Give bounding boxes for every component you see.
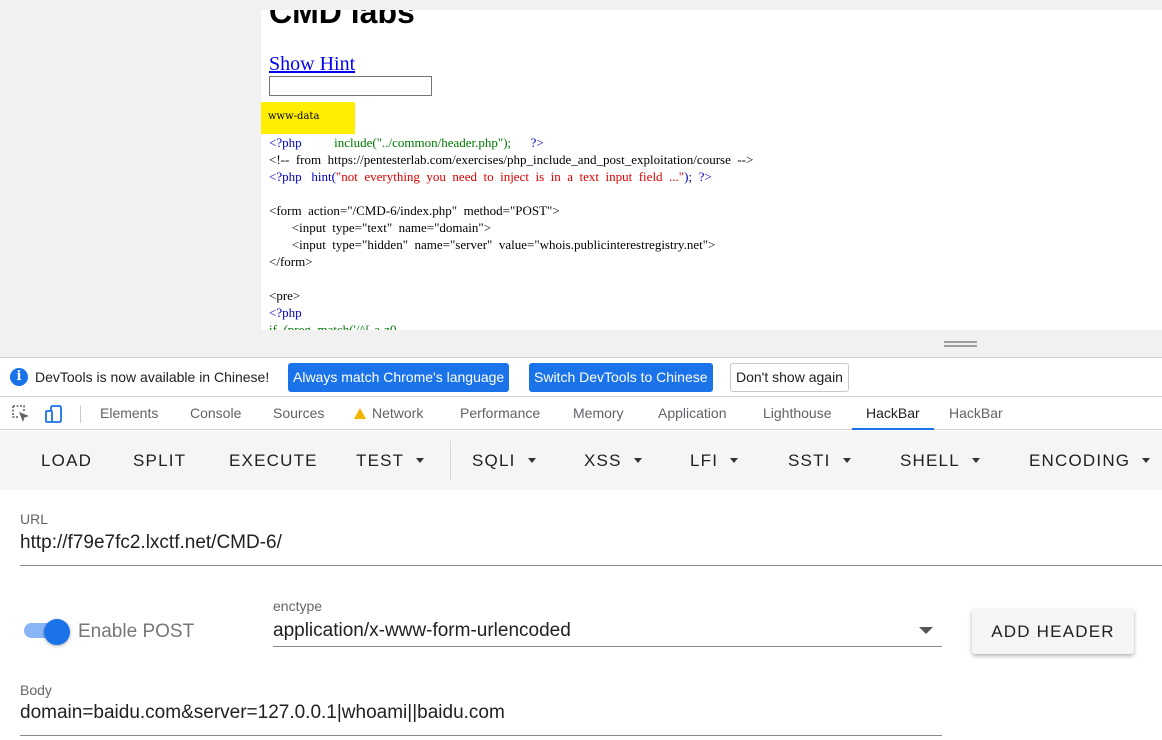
xss-menu-button[interactable]: XSS — [584, 431, 642, 490]
body-label: Body — [20, 682, 52, 698]
caret-down-icon — [730, 458, 739, 463]
code-line: <input type="hidden" name="server" value… — [269, 236, 753, 253]
tab-hackbar-active[interactable]: HackBar — [852, 397, 934, 430]
code-segment: <?php — [269, 305, 302, 320]
code-segment: if (preg_match('/^[-a-z0- — [269, 322, 401, 330]
enctype-underline — [273, 646, 942, 647]
infobar-message: DevTools is now available in Chinese! — [35, 369, 270, 385]
domain-input[interactable] — [269, 76, 432, 96]
code-line: <pre> — [269, 287, 753, 304]
inspect-element-icon[interactable] — [11, 404, 31, 424]
tab-console[interactable]: Console — [190, 397, 241, 430]
split-button[interactable]: SPLIT — [133, 431, 186, 490]
always-match-language-button[interactable]: Always match Chrome's language — [288, 363, 510, 392]
dont-show-again-button[interactable]: Don't show again — [730, 363, 849, 392]
code-segment: <input type="text" name="domain"> — [269, 220, 492, 235]
devtools-tab-bar: Elements Console Sources Network Perform… — [0, 397, 1162, 430]
code-line: <input type="text" name="domain"> — [269, 219, 753, 236]
xss-menu-label: XSS — [584, 451, 622, 470]
test-menu-button[interactable]: TEST — [356, 431, 425, 490]
enctype-label: enctype — [273, 598, 323, 614]
add-header-button[interactable]: ADD HEADER — [972, 609, 1134, 654]
devtools-resize-strip[interactable] — [0, 330, 1162, 357]
url-field[interactable]: http://f79e7fc2.lxctf.net/CMD-6/ — [20, 532, 282, 554]
body-field-underline — [20, 735, 942, 736]
code-segment: ?> — [511, 135, 544, 150]
code-line: if (preg_match('/^[-a-z0- — [269, 321, 753, 330]
shell-menu-button[interactable]: SHELL — [900, 431, 980, 490]
tab-lighthouse[interactable]: Lighthouse — [763, 397, 832, 430]
code-line: </form> — [269, 253, 753, 270]
code-segment: <!-- from https://pentesterlab.com/exerc… — [269, 152, 754, 167]
tab-memory[interactable]: Memory — [573, 397, 624, 430]
enable-post-toggle[interactable] — [44, 619, 70, 645]
caret-down-icon — [527, 458, 536, 463]
hackbar-toolbar: LOAD SPLIT EXECUTE TEST SQLI XSS LFI SST… — [0, 431, 1162, 490]
tab-hackbar[interactable]: HackBar — [949, 397, 1003, 430]
code-line: <form action="/CMD-6/index.php" method="… — [269, 202, 753, 219]
url-field-underline — [20, 565, 1162, 566]
toolbar-divider — [450, 441, 451, 480]
enctype-select[interactable]: application/x-www-form-urlencoded — [273, 620, 571, 642]
code-segment: <form action="/CMD-6/index.php" method="… — [269, 203, 560, 218]
lfi-menu-button[interactable]: LFI — [690, 431, 739, 490]
lfi-menu-label: LFI — [690, 451, 719, 470]
caret-down-icon — [416, 458, 425, 463]
test-menu-label: TEST — [356, 451, 405, 470]
ssti-menu-label: SSTI — [788, 451, 831, 470]
enable-post-label: Enable POST — [78, 621, 195, 642]
code-line: <?php — [269, 304, 753, 321]
load-button[interactable]: LOAD — [41, 431, 92, 490]
show-hint-link[interactable]: Show Hint — [269, 53, 355, 76]
tab-elements[interactable]: Elements — [100, 397, 158, 430]
code-segment: </form> — [269, 254, 313, 269]
tab-application[interactable]: Application — [658, 397, 727, 430]
url-label: URL — [20, 511, 49, 527]
shell-menu-label: SHELL — [900, 451, 960, 470]
code-segment: hint( — [301, 169, 336, 184]
caret-down-icon — [971, 458, 980, 463]
web-page: CMD labs Show Hint www-data <?php includ… — [261, 10, 1162, 330]
tab-sources[interactable]: Sources — [273, 397, 324, 430]
resize-grip-icon[interactable] — [944, 341, 977, 347]
body-field[interactable]: domain=baidu.com&server=127.0.0.1|whoami… — [20, 702, 505, 724]
code-segment: <?php — [269, 169, 302, 184]
info-icon: i — [10, 368, 28, 386]
device-toolbar-icon[interactable] — [44, 404, 64, 424]
command-output-highlight: www-data — [261, 102, 355, 134]
code-segment: "not everything you need to inject is in… — [335, 169, 685, 184]
dropdown-arrow-icon[interactable] — [919, 627, 933, 634]
encoding-menu-label: ENCODING — [1029, 451, 1131, 470]
switch-to-chinese-button[interactable]: Switch DevTools to Chinese — [529, 363, 713, 392]
caret-down-icon — [1142, 458, 1151, 463]
caret-down-icon — [633, 458, 642, 463]
code-segment: <?php — [269, 135, 302, 150]
command-output-text: www-data — [268, 111, 320, 122]
caret-down-icon — [842, 458, 851, 463]
code-line: <!-- from https://pentesterlab.com/exerc… — [269, 151, 753, 168]
page-title: CMD labs — [269, 10, 415, 30]
code-segment: include("../common/header.php"); — [301, 135, 512, 150]
tab-network[interactable]: Network — [354, 397, 423, 430]
code-line: <?php hint("not everything you need to i… — [269, 168, 753, 185]
execute-button[interactable]: EXECUTE — [229, 431, 318, 490]
code-segment: <input type="hidden" name="server" value… — [269, 237, 716, 252]
toolbar-separator — [80, 405, 81, 423]
source-code-block: <?php include("../common/header.php"); ?… — [269, 134, 753, 330]
sqli-menu-button[interactable]: SQLI — [472, 431, 536, 490]
encoding-menu-button[interactable]: ENCODING — [1029, 431, 1151, 490]
code-segment: <pre> — [269, 288, 301, 303]
sqli-menu-label: SQLI — [472, 451, 516, 470]
tab-network-label: Network — [372, 405, 424, 421]
ssti-menu-button[interactable]: SSTI — [788, 431, 851, 490]
warning-icon — [354, 408, 366, 419]
tab-performance[interactable]: Performance — [460, 397, 540, 430]
devtools-language-infobar: i DevTools is now available in Chinese! … — [0, 357, 1162, 397]
code-line: <?php include("../common/header.php"); ?… — [269, 134, 753, 151]
page-viewport: CMD labs Show Hint www-data <?php includ… — [0, 0, 1162, 357]
code-segment: ); ?> — [684, 169, 712, 184]
hackbar-form: URL http://f79e7fc2.lxctf.net/CMD-6/ Ena… — [0, 490, 1162, 740]
